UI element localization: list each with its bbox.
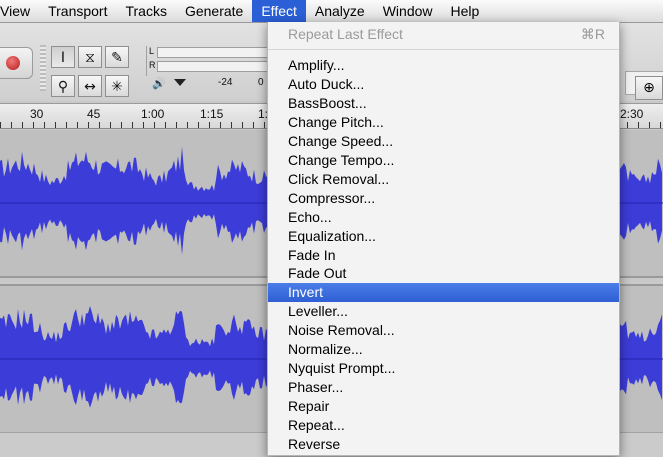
menu-item-label: Noise Removal... [288, 322, 395, 339]
meter-left-label: L [149, 46, 155, 56]
menu-item-reverse[interactable]: Reverse [268, 435, 619, 454]
record-button[interactable] [0, 47, 33, 79]
meter-right-label: R [149, 60, 156, 70]
volume-db-label-2: 0 [258, 77, 264, 88]
menu-item-amplify[interactable]: Amplify... [268, 56, 619, 75]
menu-item-repeat[interactable]: Repeat... [268, 416, 619, 435]
menu-help[interactable]: Help [442, 0, 489, 22]
menu-item-label: Reverse [288, 436, 341, 452]
menu-item-label: Phaser... [288, 379, 344, 396]
menu-item-repeat-last-effect[interactable]: Repeat Last Effect ⌘R [268, 25, 619, 44]
menu-item-label: Change Tempo... [288, 151, 395, 168]
record-icon [6, 56, 20, 70]
timeline-label: 1:15 [200, 107, 224, 121]
menu-window[interactable]: Window [374, 0, 442, 22]
volume-db-label: -24 [218, 77, 233, 88]
menu-item-label: Nyquist Prompt... [288, 360, 396, 377]
timeshift-tool-button[interactable]: ↔ [78, 75, 102, 97]
menu-item-label: Change Pitch... [288, 113, 384, 130]
playback-meter[interactable]: L R [146, 46, 269, 76]
effect-menu-dropdown: Repeat Last Effect ⌘R Amplify... Auto Duc… [267, 22, 620, 456]
draw-tool-icon: ✎ [111, 50, 123, 66]
menu-item-label: Amplify... [288, 57, 345, 73]
menu-item-label: Leveller... [288, 303, 348, 320]
menu-item-label: Echo... [288, 208, 332, 225]
menu-item-fade-in[interactable]: Fade In [268, 246, 619, 265]
menu-view[interactable]: View [0, 0, 39, 22]
zoom-tool-icon: ⚲ [57, 79, 69, 95]
menu-item-normalize[interactable]: Normalize... [268, 340, 619, 359]
timeline-label: 30 [30, 107, 44, 121]
menu-item-shortcut: ⌘R [580, 26, 605, 42]
menu-item-nyquist-prompt[interactable]: Nyquist Prompt... [268, 359, 619, 378]
menu-item-change-speed[interactable]: Change Speed... [268, 132, 619, 151]
menu-item-label: Fade In [288, 246, 336, 263]
menu-item-label: Change Speed... [288, 132, 394, 149]
menu-transport[interactable]: Transport [39, 0, 116, 22]
menu-item-click-removal[interactable]: Click Removal... [268, 170, 619, 189]
menu-item-label: Repeat Last Effect [288, 26, 403, 42]
speaker-icon: 🔊 [152, 77, 166, 90]
meter-left-bar [157, 47, 269, 58]
envelope-tool-icon: ⧖ [85, 50, 95, 66]
menu-item-noise-removal[interactable]: Noise Removal... [268, 321, 619, 340]
zoom-in-button[interactable]: ⊕ [635, 76, 663, 100]
selection-tool-button[interactable]: I [51, 46, 75, 68]
menu-item-label: Invert [288, 284, 324, 301]
menu-item-label: Fade Out [288, 265, 347, 282]
timeline-label: 1:00 [141, 107, 165, 121]
menu-item-compressor[interactable]: Compressor... [268, 189, 619, 208]
menu-item-label: Normalize... [288, 341, 363, 358]
menu-item-label: Repeat... [288, 417, 345, 434]
multi-tool-icon: ✳ [111, 79, 123, 95]
timeline-label: 2:30 [620, 107, 644, 121]
menu-analyze[interactable]: Analyze [306, 0, 374, 22]
menu-item-invert[interactable]: Invert [268, 283, 619, 303]
multi-tool-button[interactable]: ✳ [105, 75, 129, 97]
menu-item-label: Repair [288, 398, 330, 415]
menu-item-change-pitch[interactable]: Change Pitch... [268, 113, 619, 132]
menu-item-phaser[interactable]: Phaser... [268, 378, 619, 397]
menu-effect[interactable]: Effect [252, 0, 306, 22]
timeshift-tool-icon: ↔ [84, 79, 96, 95]
menu-item-fade-out[interactable]: Fade Out [268, 264, 619, 283]
menu-item-label: Auto Duck... [288, 75, 365, 92]
zoom-in-icon: ⊕ [643, 80, 655, 96]
envelope-tool-button[interactable]: ⧖ [78, 46, 102, 68]
menu-item-leveller[interactable]: Leveller... [268, 302, 619, 321]
menu-item-equalization[interactable]: Equalization... [268, 227, 619, 246]
menu-generate[interactable]: Generate [176, 0, 252, 22]
menu-item-repair[interactable]: Repair [268, 397, 619, 416]
menu-bar: View Transport Tracks Generate Effect An… [0, 0, 663, 23]
menu-tracks[interactable]: Tracks [116, 0, 175, 22]
menu-item-echo[interactable]: Echo... [268, 208, 619, 227]
menu-item-label: BassBoost... [288, 94, 367, 111]
menu-separator [268, 49, 619, 50]
toolbar-grip[interactable] [40, 45, 46, 91]
menu-item-label: Equalization... [288, 227, 376, 244]
menu-item-auto-duck[interactable]: Auto Duck... [268, 75, 619, 94]
draw-tool-button[interactable]: ✎ [105, 46, 129, 68]
menu-item-label: Compressor... [288, 189, 376, 206]
zoom-tool-button[interactable]: ⚲ [51, 75, 75, 97]
menu-item-label: Click Removal... [288, 170, 390, 187]
timeline-label: 45 [87, 107, 101, 121]
menu-item-change-tempo[interactable]: Change Tempo... [268, 151, 619, 170]
volume-dropdown-icon[interactable] [174, 79, 186, 86]
selection-tool-icon: I [60, 50, 66, 66]
menu-item-bassboost[interactable]: BassBoost... [268, 94, 619, 113]
meter-right-bar [157, 61, 269, 72]
